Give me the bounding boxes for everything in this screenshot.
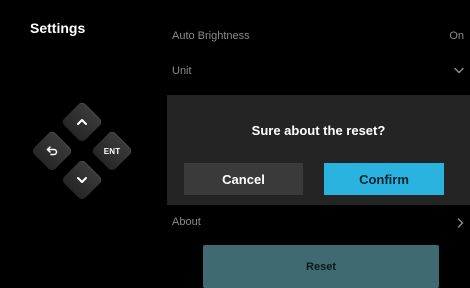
cancel-button[interactable]: Cancel (184, 163, 303, 195)
chevron-down-icon (77, 177, 87, 183)
chevron-down-icon (454, 67, 464, 74)
reset-confirm-dialog: Sure about the reset? Cancel Confirm (167, 95, 470, 205)
chevron-up-icon (77, 119, 87, 125)
reset-button[interactable]: Reset (203, 245, 439, 288)
setting-label: Auto Brightness (172, 30, 250, 42)
enter-label: ENT (103, 146, 121, 156)
setting-value: On (449, 30, 464, 42)
confirm-button[interactable]: Confirm (324, 163, 444, 195)
setting-unit[interactable]: Unit (172, 61, 470, 81)
setting-label: Unit (172, 65, 192, 77)
back-arrow-icon (46, 146, 58, 156)
setting-auto-brightness[interactable]: Auto Brightness On (172, 26, 470, 46)
dialog-message: Sure about the reset? (251, 123, 386, 138)
setting-label: About (172, 216, 201, 228)
setting-about[interactable]: About (172, 212, 470, 232)
dpad-enter-button[interactable]: ENT (90, 129, 134, 173)
chevron-right-icon (457, 218, 464, 228)
page-title: Settings (30, 20, 86, 36)
dpad-down-button[interactable] (60, 158, 104, 202)
